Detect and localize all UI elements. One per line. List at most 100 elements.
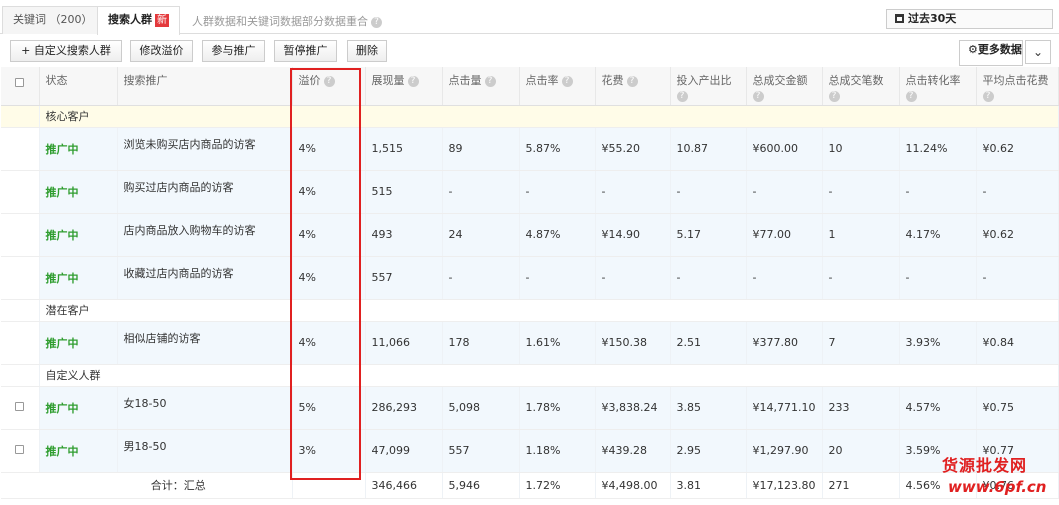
status-badge: 推广中 xyxy=(39,321,118,365)
date-range-select[interactable]: 过去30天 xyxy=(886,9,1053,29)
chevron-down-icon[interactable]: ⌄ xyxy=(1025,40,1051,64)
help-icon[interactable]: ? xyxy=(626,75,638,87)
gmv-value: ¥600.00 xyxy=(746,127,823,171)
help-icon[interactable]: ? xyxy=(323,75,335,87)
col-roi[interactable]: 投入产出比? xyxy=(670,67,747,106)
premium-value[interactable]: 3% xyxy=(292,429,366,473)
col-label: 状态 xyxy=(45,74,68,87)
audience-table: 状态 搜索推广 溢价? 展现量? 点击量? 点击率? 花费? 投入产出比? 总成… xyxy=(1,67,1059,499)
group-row: 潜在客户 xyxy=(1,299,1059,322)
add-custom-audience-button[interactable]: + 自定义搜索人群 xyxy=(10,40,122,62)
table-row[interactable]: 推广中 女18-50 5% 286,293 5,098 1.78% ¥3,838… xyxy=(1,386,1059,430)
tab-keywords[interactable]: 关键词 （200） xyxy=(2,6,98,34)
premium-value[interactable]: 5% xyxy=(292,386,366,430)
gmv-value: - xyxy=(746,170,823,214)
total-clicks: 5,946 xyxy=(442,472,520,499)
help-icon[interactable]: ? xyxy=(371,16,382,28)
col-status: 状态 xyxy=(39,67,118,106)
table-row[interactable]: 推广中 男18-50 3% 47,099 557 1.18% ¥439.28 2… xyxy=(1,429,1059,473)
col-label: 点击量 xyxy=(448,74,482,87)
gmv-value: ¥14,771.10 xyxy=(746,386,823,430)
audience-name: 购买过店内商品的访客 xyxy=(117,170,293,214)
cost-value: ¥14.90 xyxy=(595,213,671,257)
premium-value[interactable]: 4% xyxy=(292,170,366,214)
premium-value[interactable]: 4% xyxy=(292,256,366,300)
premium-value[interactable]: 4% xyxy=(292,127,366,171)
row-select-cell xyxy=(1,386,40,430)
audience-name: 相似店铺的访客 xyxy=(117,321,293,365)
col-audience: 搜索推广 xyxy=(117,67,293,106)
table-row[interactable]: 推广中 购买过店内商品的访客 4% 515 - - - - - - - - xyxy=(1,170,1059,214)
join-promotion-button[interactable]: 参与推广 xyxy=(202,40,265,62)
cost-value: - xyxy=(595,256,671,300)
col-label: 展现量 xyxy=(371,74,405,87)
ctr-value: 5.87% xyxy=(519,127,596,171)
ctr-value: - xyxy=(519,170,596,214)
col-cpc[interactable]: 平均点击花费? xyxy=(976,67,1059,106)
ctr-value: 4.87% xyxy=(519,213,596,257)
cpc-value: ¥0.62 xyxy=(976,127,1059,171)
row-checkbox[interactable] xyxy=(15,402,24,411)
help-icon[interactable]: ? xyxy=(752,91,764,102)
col-cvr[interactable]: 点击转化率? xyxy=(899,67,977,106)
cpc-value: - xyxy=(976,256,1059,300)
col-gmv[interactable]: 总成交金额? xyxy=(746,67,823,106)
col-cost[interactable]: 花费? xyxy=(595,67,671,106)
roi-value: - xyxy=(670,256,747,300)
cvr-value: - xyxy=(899,170,977,214)
table-row[interactable]: 推广中 收藏过店内商品的访客 4% 557 - - - - - - - - xyxy=(1,256,1059,300)
delete-button[interactable]: 删除 xyxy=(347,40,387,62)
pause-promotion-button[interactable]: 暂停推广 xyxy=(274,40,337,62)
tab-bar: 关键词 （200） 搜索人群新 人群数据和关键词数据部分数据重合? 过去30天 xyxy=(0,0,1059,35)
clicks-value: 24 xyxy=(442,213,520,257)
ctr-value: 1.61% xyxy=(519,321,596,365)
modify-premium-button[interactable]: 修改溢价 xyxy=(130,40,193,62)
cvr-value: 3.93% xyxy=(899,321,977,365)
data-overlap-note-text: 人群数据和关键词数据部分数据重合 xyxy=(192,15,368,28)
more-data-button[interactable]: ⚙更多数据 xyxy=(959,40,1023,66)
impressions-value: 557 xyxy=(365,256,443,300)
cpc-value: ¥0.75 xyxy=(976,386,1059,430)
col-ctr[interactable]: 点击率? xyxy=(519,67,596,106)
help-icon[interactable]: ? xyxy=(982,91,994,102)
help-icon[interactable]: ? xyxy=(905,91,917,102)
row-select-cell xyxy=(1,429,40,473)
impressions-value: 515 xyxy=(365,170,443,214)
col-orders[interactable]: 总成交笔数? xyxy=(822,67,900,106)
help-icon[interactable]: ? xyxy=(561,75,573,87)
select-all-checkbox[interactable] xyxy=(15,78,24,87)
clicks-value: - xyxy=(442,170,520,214)
col-premium[interactable]: 溢价? xyxy=(292,67,366,106)
table-row[interactable]: 推广中 相似店铺的访客 4% 11,066 178 1.61% ¥150.38 … xyxy=(1,321,1059,365)
cvr-value: 11.24% xyxy=(899,127,977,171)
new-badge: 新 xyxy=(155,14,169,27)
col-clicks[interactable]: 点击量? xyxy=(442,67,520,106)
help-icon[interactable]: ? xyxy=(828,91,840,102)
help-icon[interactable]: ? xyxy=(676,91,688,102)
cost-value: ¥55.20 xyxy=(595,127,671,171)
clicks-value: 557 xyxy=(442,429,520,473)
orders-value: 233 xyxy=(822,386,900,430)
table-row[interactable]: 推广中 店内商品放入购物车的访客 4% 493 24 4.87% ¥14.90 … xyxy=(1,213,1059,257)
status-badge: 推广中 xyxy=(39,213,118,257)
watermark-text: 货源批发网 xyxy=(942,456,1028,475)
watermark-url: www.6pf.cn xyxy=(948,478,1047,496)
impressions-value: 11,066 xyxy=(365,321,443,365)
cost-value: - xyxy=(595,170,671,214)
total-gmv: ¥17,123.80 xyxy=(746,472,823,499)
cost-value: ¥439.28 xyxy=(595,429,671,473)
premium-value[interactable]: 4% xyxy=(292,213,366,257)
premium-value[interactable]: 4% xyxy=(292,321,366,365)
table-row[interactable]: 推广中 浏览未购买店内商品的访客 4% 1,515 89 5.87% ¥55.2… xyxy=(1,127,1059,171)
help-icon[interactable]: ? xyxy=(484,75,496,87)
data-overlap-note: 人群数据和关键词数据部分数据重合? xyxy=(192,13,382,29)
help-icon[interactable]: ? xyxy=(407,75,419,87)
row-checkbox[interactable] xyxy=(15,445,24,454)
cost-value: ¥150.38 xyxy=(595,321,671,365)
col-impressions[interactable]: 展现量? xyxy=(365,67,443,106)
group-name: 潜在客户 xyxy=(39,299,1059,322)
impressions-value: 1,515 xyxy=(365,127,443,171)
tab-search-audience[interactable]: 搜索人群新 xyxy=(97,6,180,35)
total-impressions: 346,466 xyxy=(365,472,443,499)
clicks-value: - xyxy=(442,256,520,300)
